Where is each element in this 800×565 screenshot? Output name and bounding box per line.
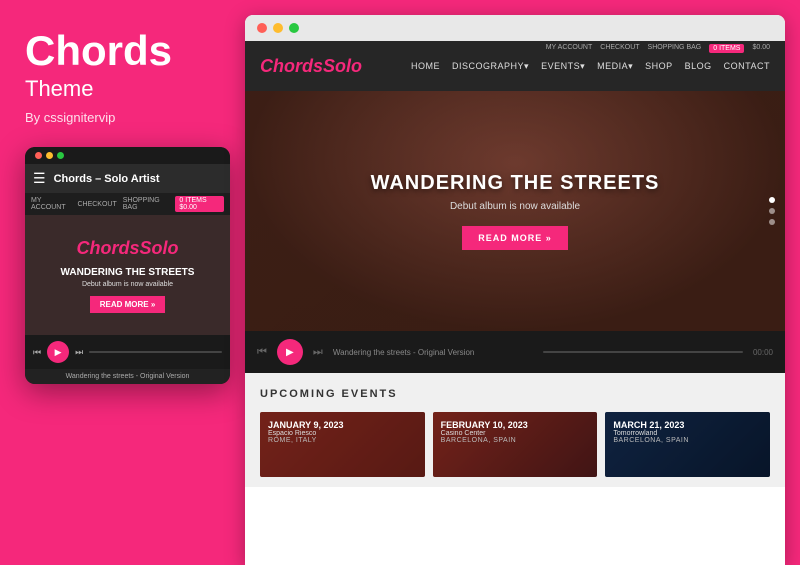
- event-1-venue: Espacio Riesco: [268, 430, 417, 437]
- player-progress-bar[interactable]: [543, 351, 743, 353]
- mobile-hero-title: WANDERING THE STREETS: [61, 267, 195, 278]
- browser-dot-yellow: [273, 23, 283, 33]
- mobile-logo-accent: Solo: [140, 238, 179, 258]
- event-2-venue: Casino Center: [441, 430, 590, 437]
- site-player: ⏮ ▶ ⏭ Wandering the streets - Original V…: [245, 331, 785, 373]
- theme-title: Chords: [25, 30, 172, 72]
- mobile-prev-icon[interactable]: ⏮: [33, 347, 41, 358]
- hero-dot-3[interactable]: [769, 219, 775, 225]
- player-play-button[interactable]: ▶: [277, 339, 303, 365]
- browser-mockup: MY ACCOUNT CHECKOUT SHOPPING BAG 0 ITEMS…: [245, 15, 785, 565]
- mobile-mockup: ☰ Chords – Solo Artist MY ACCOUNT CHECKO…: [25, 147, 230, 384]
- mobile-nav-title: Chords – Solo Artist: [54, 173, 160, 185]
- mobile-player-bar: [89, 351, 222, 353]
- mobile-top-bar: [25, 147, 230, 164]
- hamburger-icon: ☰: [33, 170, 46, 187]
- event-card-3[interactable]: MARCH 21, 2023 Tomorrowland BARCELONA, S…: [605, 412, 770, 477]
- event-card-2-content: FEBRUARY 10, 2023 Casino Center BARCELON…: [433, 412, 598, 452]
- mobile-read-more-button[interactable]: READ MORE »: [90, 296, 166, 313]
- site-header: MY ACCOUNT CHECKOUT SHOPPING BAG 0 ITEMS…: [245, 41, 785, 91]
- hero-dots: [769, 197, 775, 225]
- hero-content: WANDERING THE STREETS Debut album is now…: [351, 152, 680, 270]
- events-grid: JANUARY 9, 2023 Espacio Riesco ROME, ITA…: [260, 412, 770, 477]
- player-prev-icon[interactable]: ⏮: [257, 346, 267, 359]
- hero-cta-button[interactable]: READ MORE »: [462, 226, 568, 250]
- events-section-title: UPCOMING EVENTS: [260, 388, 770, 400]
- mobile-play-button[interactable]: ▶: [47, 341, 69, 363]
- event-card-1[interactable]: JANUARY 9, 2023 Espacio Riesco ROME, ITA…: [260, 412, 425, 477]
- hero-title: WANDERING THE STREETS: [371, 172, 660, 195]
- mobile-dot-red: [35, 152, 42, 159]
- nav-events[interactable]: EVENTS▾: [541, 61, 585, 72]
- my-account-link[interactable]: MY ACCOUNT: [546, 44, 593, 53]
- mobile-logo-text: Chords: [77, 238, 140, 258]
- browser-dot-red: [257, 23, 267, 33]
- mobile-shopping-bag: SHOPPING BAG: [123, 197, 170, 211]
- nav-discography[interactable]: DISCOGRAPHY▾: [452, 61, 529, 72]
- event-card-2[interactable]: FEBRUARY 10, 2023 Casino Center BARCELON…: [433, 412, 598, 477]
- nav-shop[interactable]: SHOP: [645, 61, 673, 71]
- site-nav: HOME DISCOGRAPHY▾ EVENTS▾ MEDIA▾ SHOP BL…: [411, 61, 770, 72]
- mobile-player-label: Wandering the streets - Original Version: [25, 369, 230, 384]
- site-hero: WANDERING THE STREETS Debut album is now…: [245, 91, 785, 331]
- cart-count: 0 ITEMS: [709, 44, 744, 53]
- site-logo: ChordsSolo: [260, 56, 362, 77]
- player-time: 00:00: [753, 348, 773, 357]
- event-1-date: JANUARY 9, 2023: [268, 420, 417, 430]
- player-track-label: Wandering the streets - Original Version: [333, 348, 533, 357]
- event-card-3-content: MARCH 21, 2023 Tomorrowland BARCELONA, S…: [605, 412, 770, 452]
- hero-dot-2[interactable]: [769, 208, 775, 214]
- nav-media[interactable]: MEDIA▾: [597, 61, 633, 72]
- player-next-icon[interactable]: ⏭: [313, 346, 323, 359]
- event-1-location: ROME, ITALY: [268, 437, 417, 444]
- mobile-logo: ChordsSolo: [77, 238, 179, 259]
- top-account-bar: MY ACCOUNT CHECKOUT SHOPPING BAG 0 ITEMS…: [546, 41, 770, 56]
- event-2-location: BARCELONA, SPAIN: [441, 437, 590, 444]
- nav-home[interactable]: HOME: [411, 61, 440, 71]
- logo-text: Chords: [260, 56, 323, 76]
- left-panel: Chords Theme By cssignitervip ☰ Chords –…: [0, 0, 235, 550]
- nav-blog[interactable]: BLOG: [685, 61, 712, 71]
- nav-contact[interactable]: CONTACT: [724, 61, 770, 71]
- mobile-dots: [35, 152, 64, 159]
- theme-subtitle: Theme: [25, 76, 93, 102]
- mobile-checkout: CHECKOUT: [77, 201, 116, 208]
- events-section: UPCOMING EVENTS JANUARY 9, 2023 Espacio …: [245, 373, 785, 487]
- mobile-account-bar: MY ACCOUNT CHECKOUT SHOPPING BAG 0 ITEMS…: [25, 193, 230, 215]
- cart-total: $0.00: [752, 44, 770, 53]
- mobile-hero: ChordsSolo WANDERING THE STREETS Debut a…: [25, 215, 230, 335]
- shopping-bag-link[interactable]: SHOPPING BAG: [648, 44, 702, 53]
- logo-accent: Solo: [323, 56, 362, 76]
- browser-dot-green: [289, 23, 299, 33]
- mobile-next-icon[interactable]: ⏭: [75, 347, 83, 358]
- theme-author: By cssignitervip: [25, 110, 115, 125]
- browser-content: MY ACCOUNT CHECKOUT SHOPPING BAG 0 ITEMS…: [245, 41, 785, 565]
- mobile-my-account: MY ACCOUNT: [31, 197, 71, 211]
- mobile-nav-bar: ☰ Chords – Solo Artist: [25, 164, 230, 193]
- mobile-dot-green: [57, 152, 64, 159]
- mobile-cart-badge: 0 ITEMS $0.00: [175, 196, 224, 212]
- hero-subtitle: Debut album is now available: [371, 201, 660, 212]
- checkout-link[interactable]: CHECKOUT: [600, 44, 639, 53]
- event-card-1-content: JANUARY 9, 2023 Espacio Riesco ROME, ITA…: [260, 412, 425, 452]
- mobile-player: ⏮ ▶ ⏭: [25, 335, 230, 369]
- browser-bar: [245, 15, 785, 41]
- event-3-location: BARCELONA, SPAIN: [613, 437, 762, 444]
- hero-dot-1[interactable]: [769, 197, 775, 203]
- mobile-dot-yellow: [46, 152, 53, 159]
- event-3-venue: Tomorrowland: [613, 430, 762, 437]
- mobile-hero-sub: Debut album is now available: [82, 281, 173, 288]
- event-2-date: FEBRUARY 10, 2023: [441, 420, 590, 430]
- event-3-date: MARCH 21, 2023: [613, 420, 762, 430]
